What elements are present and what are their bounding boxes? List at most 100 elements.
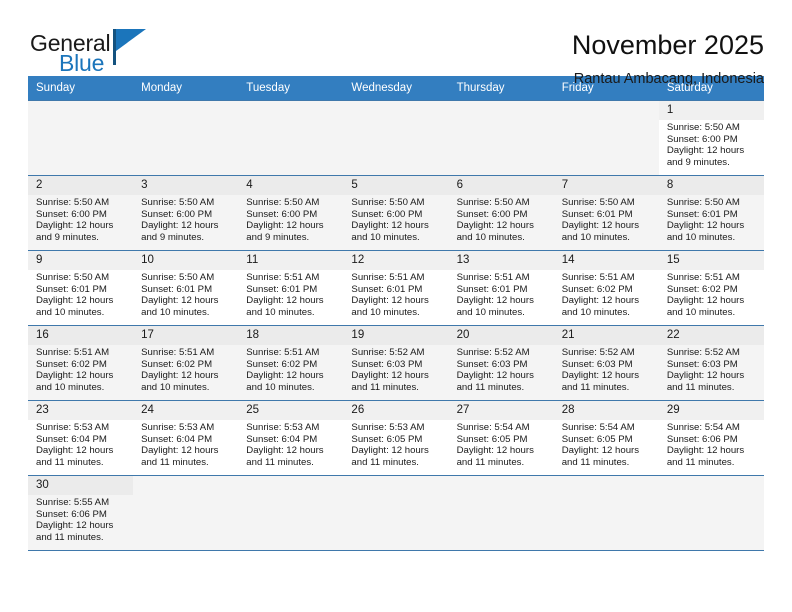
daylight-text-line1: Daylight: 12 hours [561,370,640,382]
calendar-day-cell[interactable]: 20 Sunrise: 5:52 AM Sunset: 6:03 PM Dayligh… [448,326,554,400]
calendar-day-cell[interactable]: 4 Sunrise: 5:50 AM Sunset: 6:00 PM Daylight… [238,176,344,250]
daylight-text-line1: Daylight: 12 hours [351,295,429,307]
general-blue-logo[interactable]: General Blue [28,28,168,78]
day-number: 15 [658,251,764,270]
sunset-text: Sunset: 6:04 PM [246,433,318,445]
day-number: 14 [553,251,659,270]
daylight-text-line2: and 10 minutes. [456,306,525,318]
calendar-body: 1 Sunrise: 5:50 AM Sunset: 6:00 PM Daylight… [28,100,764,551]
day-sun-info: Sunrise: 5:51 AM Sunset: 6:02 PM Daylight:… [659,270,764,318]
calendar-day-cell[interactable]: 29 Sunrise: 5:54 AM Sunset: 6:06 PM Dayligh… [658,401,764,475]
day-sun-info: Sunrise: 5:50 AM Sunset: 6:00 PM Daylight:… [659,120,764,168]
sunrise-text: Sunrise: 5:51 AM [36,347,110,358]
calendar-day-cell[interactable]: 10 Sunrise: 5:50 AM Sunset: 6:01 PM Dayligh… [133,251,239,325]
calendar-day-cell[interactable]: 18 Sunrise: 5:51 AM Sunset: 6:02 PM Dayligh… [238,326,344,400]
daylight-text-line1: Daylight: 12 hours [351,445,429,457]
daylight-text-line1: Daylight: 12 hours [666,295,745,307]
calendar-day-cell[interactable]: 21 Sunrise: 5:52 AM Sunset: 6:03 PM Dayligh… [553,326,659,400]
calendar-cell-empty [238,101,344,175]
daylight-text-line2: and 10 minutes. [36,381,105,393]
calendar-day-cell[interactable]: 12 Sunrise: 5:51 AM Sunset: 6:01 PM Dayligh… [343,251,449,325]
calendar-day-cell[interactable]: 26 Sunrise: 5:53 AM Sunset: 6:05 PM Dayligh… [343,401,449,475]
calendar-day-cell[interactable]: 19 Sunrise: 5:52 AM Sunset: 6:03 PM Dayligh… [343,326,449,400]
daylight-text-line1: Daylight: 12 hours [456,295,534,307]
calendar-day-cell[interactable]: 5 Sunrise: 5:50 AM Sunset: 6:00 PM Daylight… [343,176,449,250]
sunrise-text: Sunrise: 5:54 AM [666,422,740,433]
daylight-text-line2: and 11 minutes. [351,456,419,468]
calendar-day-cell[interactable]: 30 Sunrise: 5:55 AM Sunset: 6:06 PM Dayligh… [28,476,134,550]
sunrise-text: Sunrise: 5:51 AM [141,347,215,358]
day-sun-info: Sunrise: 5:53 AM Sunset: 6:05 PM Daylight:… [343,420,448,468]
day-number: 9 [28,251,134,270]
day-number: 13 [448,251,554,270]
day-number: 23 [28,401,134,420]
calendar-day-cell[interactable]: 2 Sunrise: 5:50 AM Sunset: 6:00 PM Daylight… [28,176,134,250]
sunrise-text: Sunrise: 5:50 AM [141,197,215,208]
logo-text-blue: Blue [59,50,105,76]
sunrise-text: Sunrise: 5:52 AM [456,347,530,358]
day-number: 6 [448,176,554,195]
sunset-text: Sunset: 6:00 PM [36,208,107,220]
calendar-day-cell[interactable]: 9 Sunrise: 5:50 AM Sunset: 6:01 PM Daylight… [28,251,134,325]
daylight-text-line2: and 10 minutes. [351,306,420,318]
day-number: 29 [658,401,764,420]
day-number: 27 [448,401,554,420]
calendar-day-cell[interactable]: 24 Sunrise: 5:53 AM Sunset: 6:04 PM Dayligh… [133,401,239,475]
sunset-text: Sunset: 6:05 PM [351,433,423,445]
day-sun-info: Sunrise: 5:51 AM Sunset: 6:02 PM Daylight:… [554,270,659,318]
calendar-day-cell[interactable]: 11 Sunrise: 5:51 AM Sunset: 6:01 PM Dayligh… [238,251,344,325]
calendar-day-cell[interactable]: 28 Sunrise: 5:54 AM Sunset: 6:05 PM Dayligh… [553,401,659,475]
daylight-text-line2: and 10 minutes. [666,231,736,243]
daylight-text-line2: and 11 minutes. [561,456,630,468]
calendar-cell-empty [553,101,659,175]
day-number: 24 [133,401,239,420]
daylight-text-line2: and 10 minutes. [666,306,736,318]
day-number: 12 [343,251,449,270]
calendar-day-cell[interactable]: 8 Sunrise: 5:50 AM Sunset: 6:01 PM Daylight… [658,176,764,250]
sunrise-text: Sunrise: 5:53 AM [351,422,425,433]
sunset-text: Sunset: 6:03 PM [666,358,738,370]
calendar-day-cell[interactable]: 16 Sunrise: 5:51 AM Sunset: 6:02 PM Dayligh… [28,326,134,400]
sunset-text: Sunset: 6:01 PM [246,283,318,295]
calendar-day-cell[interactable]: 25 Sunrise: 5:53 AM Sunset: 6:04 PM Dayligh… [238,401,344,475]
sunset-text: Sunset: 6:06 PM [666,433,738,445]
day-number [343,101,449,120]
calendar-week-row: 16 Sunrise: 5:51 AM Sunset: 6:02 PM Dayligh… [28,325,764,401]
calendar-day-cell[interactable]: 3 Sunrise: 5:50 AM Sunset: 6:00 PM Daylight… [133,176,239,250]
day-sun-info: Sunrise: 5:51 AM Sunset: 6:01 PM Daylight:… [238,270,343,318]
title-block: November 2025 Rantau Ambacang, Indonesia [572,28,764,90]
day-sun-info: Sunrise: 5:52 AM Sunset: 6:03 PM Daylight:… [343,345,448,393]
daylight-text-line1: Daylight: 12 hours [456,445,534,457]
daylight-text-line1: Daylight: 12 hours [36,445,114,457]
sunrise-text: Sunrise: 5:55 AM [36,497,110,508]
day-sun-info: Sunrise: 5:51 AM Sunset: 6:02 PM Daylight:… [238,345,343,393]
calendar-day-cell[interactable]: 15 Sunrise: 5:51 AM Sunset: 6:02 PM Dayligh… [658,251,764,325]
sunset-text: Sunset: 6:01 PM [141,283,213,295]
calendar-day-cell[interactable]: 22 Sunrise: 5:52 AM Sunset: 6:03 PM Dayligh… [658,326,764,400]
daylight-text-line2: and 11 minutes. [666,381,735,393]
sunrise-text: Sunrise: 5:50 AM [36,272,110,283]
daylight-text-line1: Daylight: 12 hours [36,295,114,307]
calendar-day-cell[interactable]: 1 Sunrise: 5:50 AM Sunset: 6:00 PM Daylight… [658,101,764,175]
calendar-day-cell[interactable]: 6 Sunrise: 5:50 AM Sunset: 6:00 PM Daylight… [448,176,554,250]
calendar-day-cell[interactable]: 7 Sunrise: 5:50 AM Sunset: 6:01 PM Daylight… [553,176,659,250]
sunset-text: Sunset: 6:01 PM [351,283,423,295]
daylight-text-line1: Daylight: 12 hours [36,370,114,382]
sunrise-sunset-calendar: Sunday Monday Tuesday Wednesday Thursday… [28,76,764,551]
calendar-day-cell[interactable]: 14 Sunrise: 5:51 AM Sunset: 6:02 PM Dayligh… [553,251,659,325]
day-sun-info: Sunrise: 5:51 AM Sunset: 6:01 PM Daylight:… [343,270,448,318]
calendar-week-row: 2 Sunrise: 5:50 AM Sunset: 6:00 PM Daylight… [28,175,764,251]
calendar-day-cell[interactable]: 17 Sunrise: 5:51 AM Sunset: 6:02 PM Dayligh… [133,326,239,400]
page-header: General Blue November 2025 Rantau Ambaca… [0,0,792,87]
day-number: 21 [553,326,659,345]
sunrise-text: Sunrise: 5:54 AM [456,422,530,433]
daylight-text-line1: Daylight: 12 hours [666,370,745,382]
daylight-text-line1: Daylight: 12 hours [246,295,324,307]
calendar-day-cell[interactable]: 23 Sunrise: 5:53 AM Sunset: 6:04 PM Dayligh… [28,401,134,475]
day-number: 22 [658,326,764,345]
calendar-day-cell[interactable]: 27 Sunrise: 5:54 AM Sunset: 6:05 PM Dayligh… [448,401,554,475]
sunrise-text: Sunrise: 5:51 AM [456,272,530,283]
calendar-day-cell[interactable]: 13 Sunrise: 5:51 AM Sunset: 6:01 PM Dayligh… [448,251,554,325]
day-number: 17 [133,326,239,345]
sunrise-text: Sunrise: 5:52 AM [666,347,740,358]
